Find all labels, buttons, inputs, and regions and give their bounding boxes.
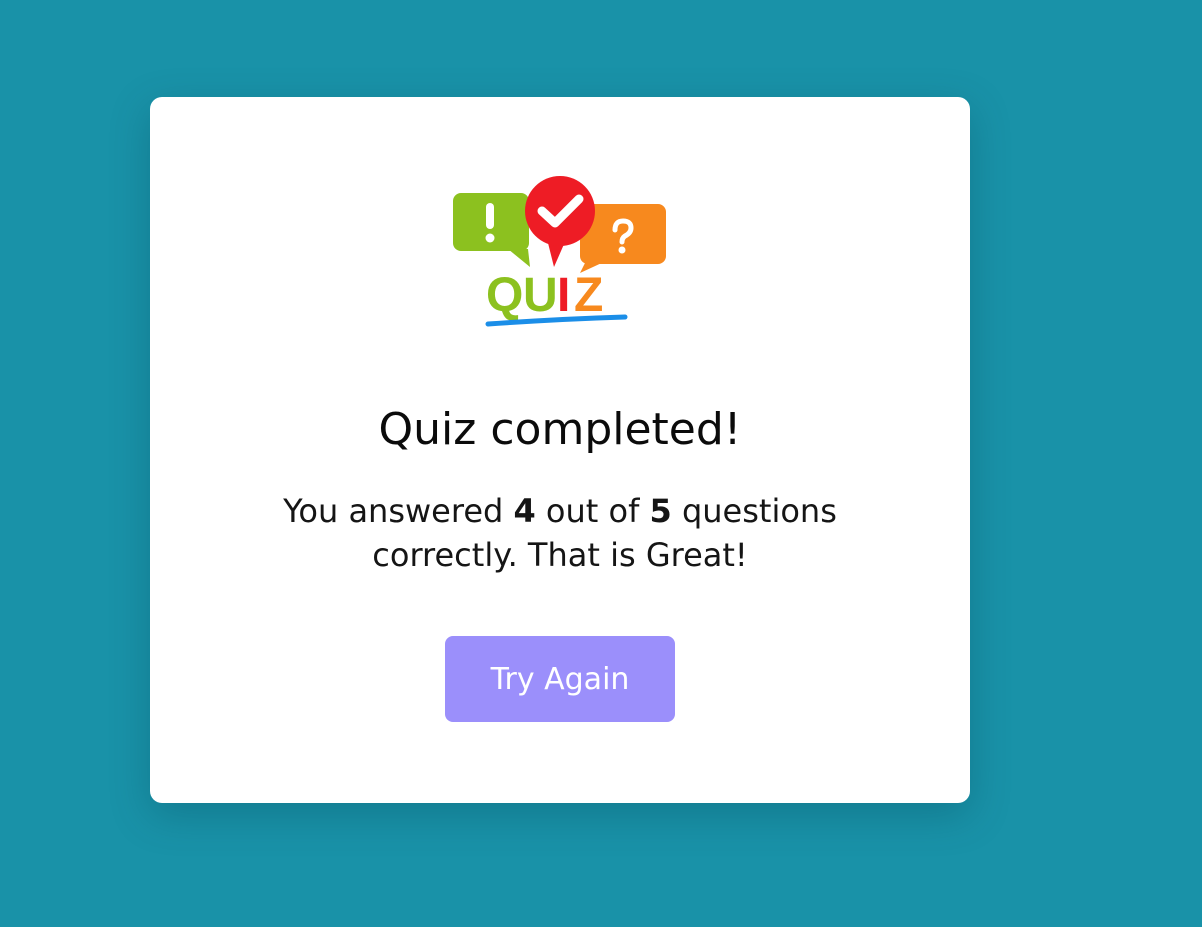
message-middle: out of	[535, 492, 650, 530]
svg-text:Z: Z	[574, 269, 603, 322]
message-prefix: You answered	[283, 492, 514, 530]
quiz-logo: Q U I Z	[453, 176, 666, 327]
correct-count: 4	[513, 492, 536, 530]
exclamation-bubble-icon	[453, 193, 530, 267]
svg-text:Q: Q	[486, 269, 523, 322]
total-count: 5	[649, 492, 672, 530]
result-message: You answered 4 out of 5 questions correc…	[240, 489, 880, 577]
svg-text:I: I	[557, 269, 570, 322]
try-again-button[interactable]: Try Again	[445, 636, 675, 722]
result-card: Q U I Z Quiz completed! You answered 4 o…	[150, 97, 970, 803]
result-title: Quiz completed!	[378, 404, 742, 455]
quiz-wordmark: Q U I Z	[486, 269, 603, 322]
svg-text:U: U	[523, 269, 558, 322]
